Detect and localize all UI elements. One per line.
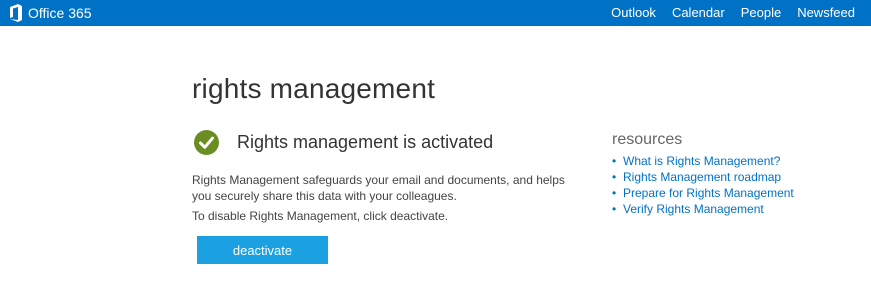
bullet-icon: • bbox=[612, 186, 617, 200]
resource-link[interactable]: Rights Management roadmap bbox=[623, 170, 781, 184]
resource-link[interactable]: What is Rights Management? bbox=[623, 154, 780, 168]
brand[interactable]: Office 365 bbox=[8, 0, 92, 26]
office-logo-icon bbox=[10, 4, 22, 22]
bullet-icon: • bbox=[612, 154, 617, 168]
brand-name: Office 365 bbox=[28, 5, 92, 21]
top-bar: Office 365 Outlook Calendar People Newsf… bbox=[0, 0, 871, 26]
nav-item-newsfeed[interactable]: Newsfeed bbox=[789, 0, 863, 26]
deactivate-button[interactable]: deactivate bbox=[197, 236, 328, 264]
resources-list: • What is Rights Management? • Rights Ma… bbox=[612, 153, 862, 217]
description-line: Rights Management safeguards your email … bbox=[192, 173, 565, 187]
page-title: rights management bbox=[192, 73, 436, 104]
status-text: Rights management is activated bbox=[237, 131, 494, 152]
top-nav: Outlook Calendar People Newsfeed bbox=[603, 0, 863, 26]
nav-item-outlook[interactable]: Outlook bbox=[603, 0, 664, 26]
bullet-icon: • bbox=[612, 170, 617, 184]
description: Rights Management safeguards your email … bbox=[192, 172, 592, 204]
instruction-text: To disable Rights Management, click deac… bbox=[192, 209, 449, 223]
status-row: Rights management is activated bbox=[194, 128, 493, 156]
checkmark-circle-icon bbox=[194, 129, 219, 155]
description-line: you securely share this data with your c… bbox=[192, 189, 457, 203]
bullet-icon: • bbox=[612, 202, 617, 216]
resources-panel: resources • What is Rights Management? •… bbox=[612, 131, 862, 217]
list-item: • Rights Management roadmap bbox=[612, 169, 862, 185]
list-item: • What is Rights Management? bbox=[612, 153, 862, 169]
list-item: • Verify Rights Management bbox=[612, 201, 862, 217]
resource-link[interactable]: Verify Rights Management bbox=[623, 202, 764, 216]
list-item: • Prepare for Rights Management bbox=[612, 185, 862, 201]
resource-link[interactable]: Prepare for Rights Management bbox=[623, 186, 794, 200]
nav-item-calendar[interactable]: Calendar bbox=[664, 0, 733, 26]
nav-item-people[interactable]: People bbox=[733, 0, 789, 26]
resources-title: resources bbox=[612, 131, 683, 148]
